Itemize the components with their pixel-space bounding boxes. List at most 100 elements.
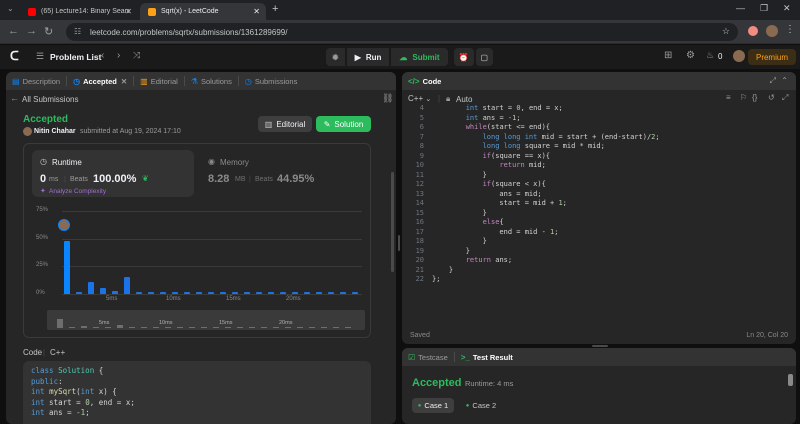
user-avatar[interactable]	[733, 50, 745, 62]
tab-solutions[interactable]: ⚗ Solutions	[185, 77, 238, 86]
x-tick-label: 15ms	[226, 296, 241, 302]
next-problem-icon[interactable]: ›	[117, 50, 120, 61]
chart-bar[interactable]	[75, 291, 83, 294]
chart-bar[interactable]	[87, 281, 95, 294]
chart-bar[interactable]	[219, 291, 227, 294]
memory-card[interactable]: ◉ Memory 8.28 MB | Beats 44.95%	[200, 150, 362, 197]
debug-button[interactable]: ✹	[326, 48, 345, 66]
submit-button[interactable]: ☁ Submit	[391, 48, 448, 66]
layout-grid-icon[interactable]: ⊞	[664, 50, 672, 61]
tab-search-icon[interactable]: ⌄	[7, 4, 14, 13]
leetcode-logo-icon[interactable]: ᑕ	[10, 49, 19, 63]
chart-bar[interactable]	[135, 291, 143, 294]
tab-code[interactable]: </> Code	[402, 77, 447, 86]
chart-bar[interactable]	[195, 291, 203, 294]
chart-bar[interactable]	[255, 291, 263, 294]
language-selector[interactable]: C++ ⌄	[408, 94, 431, 103]
chart-bar[interactable]	[171, 291, 179, 294]
close-icon[interactable]: ✕	[125, 7, 132, 16]
close-window-icon[interactable]: ✕	[783, 3, 791, 14]
shuffle-icon[interactable]: ⤨	[133, 50, 140, 61]
tab-label: Submissions	[254, 76, 298, 86]
chrome-menu-icon[interactable]: ⋮	[785, 24, 795, 35]
chart-bar[interactable]	[351, 291, 359, 294]
problem-list-icon[interactable]: ☰	[36, 51, 44, 62]
fullscreen-icon[interactable]: ⤢	[782, 93, 788, 103]
tab-testcase[interactable]: ☑ Testcase	[402, 353, 454, 362]
problem-list-link[interactable]: Problem List	[50, 52, 101, 62]
bookmark-star-icon[interactable]: ☆	[722, 26, 730, 37]
chart-bar[interactable]	[315, 291, 323, 294]
premium-button[interactable]: Premium	[747, 49, 796, 65]
back-arrow-icon[interactable]: ←	[10, 93, 19, 103]
notes-button[interactable]: ▢	[475, 48, 494, 66]
chart-bar[interactable]	[291, 291, 299, 294]
chart-bar[interactable]	[159, 291, 167, 294]
code-editor[interactable]: 4 int start = 0, end = x; 5 int ans = -1;…	[402, 104, 796, 324]
chart-bar[interactable]	[123, 277, 131, 294]
all-submissions-link[interactable]: All Submissions	[22, 95, 78, 104]
runtime-card[interactable]: ◷ Runtime 0 ms | Beats 100.00% ❦ ✦ Analy…	[32, 150, 194, 197]
run-button[interactable]: ▶ Run	[346, 48, 390, 66]
browser-tab-bar: ⌄ (65) Lecture14: Binary Search In ✕ Sqr…	[0, 0, 800, 20]
maximize-icon[interactable]: ❐	[760, 3, 768, 14]
timer-button[interactable]: ⏰	[453, 48, 474, 66]
back-icon[interactable]: ←	[8, 25, 19, 37]
close-icon[interactable]: ✕	[253, 7, 260, 16]
x-axis-ticks: 5ms 10ms 15ms 20ms	[62, 296, 362, 306]
tab-test-result[interactable]: >_ Test Result	[455, 353, 519, 362]
minimize-panel-icon[interactable]: ⌃	[781, 76, 788, 85]
case-1-button[interactable]: ● Case 1	[412, 398, 454, 413]
chart-bar[interactable]	[63, 240, 71, 294]
chart-bar[interactable]	[111, 290, 119, 294]
chart-bar[interactable]	[279, 291, 287, 294]
new-tab-icon[interactable]: +	[272, 3, 278, 15]
author-name[interactable]: Nitin Chahar	[34, 128, 76, 135]
site-info-icon[interactable]: ☷	[74, 27, 81, 36]
settings-gear-icon[interactable]: ⚙	[686, 50, 695, 61]
tab-accepted[interactable]: ◷ Accepted ✕	[67, 77, 133, 86]
chart-bar[interactable]	[99, 288, 107, 294]
auto-label[interactable]: Auto	[456, 95, 472, 104]
chart-bar[interactable]	[183, 291, 191, 294]
tab-editorial[interactable]: ▥ Editorial	[134, 77, 184, 86]
chart-bar[interactable]	[231, 291, 239, 294]
close-icon[interactable]: ✕	[121, 77, 127, 86]
chart-bar[interactable]	[267, 291, 275, 294]
extensions-icon[interactable]	[748, 26, 758, 36]
editorial-button[interactable]: ▥ Editorial	[258, 116, 312, 132]
reset-icon[interactable]: ↺	[768, 93, 775, 102]
result-scrollbar[interactable]	[788, 374, 793, 386]
browser-tab-leetcode[interactable]: Sqrt(x) - LeetCode ✕	[140, 3, 266, 20]
my-submission-avatar	[58, 219, 70, 231]
chart-bar[interactable]	[303, 291, 311, 294]
prev-problem-icon[interactable]: ‹	[101, 50, 104, 61]
chart-bar[interactable]	[339, 291, 347, 294]
expand-icon[interactable]: ⤢	[770, 76, 776, 86]
editor-resize-handle[interactable]	[592, 345, 608, 347]
y-tick-label: 75%	[36, 207, 49, 213]
chart-bar[interactable]	[243, 291, 251, 294]
profile-avatar[interactable]	[766, 25, 778, 37]
tab-submissions[interactable]: ◷ Submissions	[239, 77, 304, 86]
left-scrollbar[interactable]	[391, 172, 394, 272]
url-input[interactable]: ☷ leetcode.com/problems/sqrtx/submission…	[66, 23, 738, 41]
minimize-icon[interactable]: —	[736, 3, 745, 13]
bookmark-icon[interactable]: ⚐	[740, 93, 747, 102]
chart-bar[interactable]	[207, 291, 215, 294]
streak-fire-icon[interactable]: ♨	[706, 50, 714, 61]
braces-icon[interactable]: {}	[752, 93, 757, 102]
solution-button[interactable]: ✎ Solution	[316, 116, 371, 132]
reload-icon[interactable]: ↻	[44, 25, 53, 38]
tab-description[interactable]: ▤ Description	[6, 77, 66, 86]
panel-resize-handle[interactable]	[398, 235, 400, 251]
chart-bar[interactable]	[327, 291, 335, 294]
range-selector[interactable]: 5ms 10ms 15ms 20ms	[47, 310, 365, 330]
format-icon[interactable]: ≡	[726, 93, 731, 102]
forward-icon[interactable]: →	[26, 25, 37, 37]
case-2-button[interactable]: ● Case 2	[460, 398, 502, 413]
browser-tab-youtube[interactable]: (65) Lecture14: Binary Search In ✕	[20, 3, 138, 20]
link-icon[interactable]: ⛓	[382, 93, 393, 104]
analyze-complexity-link[interactable]: Analyze Complexity	[49, 188, 106, 195]
chart-bar[interactable]	[147, 291, 155, 294]
